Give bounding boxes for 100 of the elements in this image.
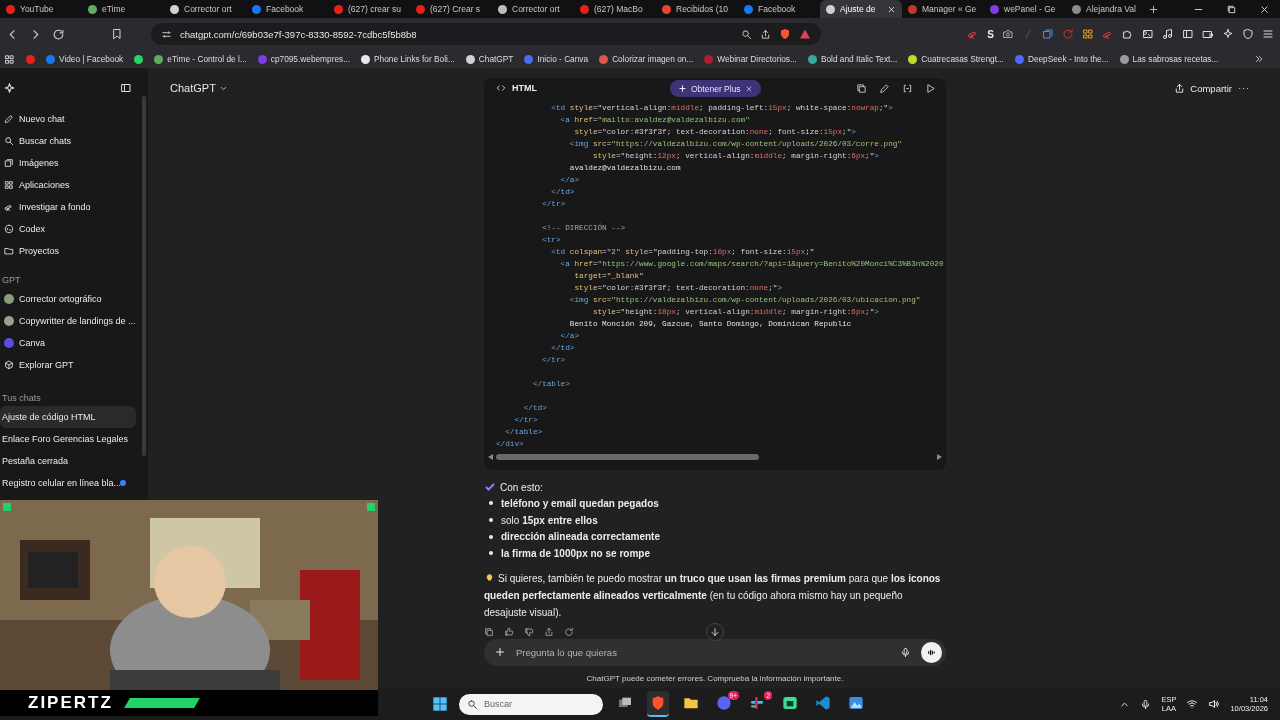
close-icon[interactable] [1259,3,1270,15]
address-bar[interactable]: chatgpt.com/c/69b03e7f-397c-8330-8592-7cdbc5f5b8b8 [151,23,821,45]
chat-item[interactable]: Enlace Foro Gerencias Legales [0,428,136,450]
shield-icon[interactable] [650,695,666,711]
scroll-left-icon[interactable] [488,454,494,460]
browser-tab[interactable]: Manager « Ge [902,0,984,18]
speaker-icon[interactable] [1208,698,1221,710]
logo-icon[interactable] [3,81,16,95]
chevron-double-icon[interactable] [1254,54,1264,64]
terminal-icon[interactable] [782,695,798,711]
bookmark-link[interactable]: eTime - Control de l... [154,54,247,64]
sparkle-icon[interactable] [1222,28,1234,40]
sidebar-item[interactable]: Copywritter de landings de ... [0,310,136,332]
image-icon[interactable] [848,695,864,711]
new-tab-icon[interactable] [1148,3,1159,15]
chat-item[interactable]: Pestaña cerrada [0,450,136,472]
chat-item[interactable]: Registro celular en línea bla... [0,472,136,494]
music-note-icon[interactable] [1162,28,1174,40]
shield-icon[interactable] [1242,28,1254,40]
share-icon[interactable] [760,28,771,40]
bookmark-link[interactable]: Colorizar imagen on... [599,54,694,64]
sidebar-item[interactable]: Nuevo chat [0,108,136,130]
browser-tab[interactable]: Facebook [738,0,820,18]
bookmark-link[interactable]: Video | Facebook [46,54,124,64]
wallet-icon[interactable] [1202,28,1214,40]
voice-button[interactable] [921,641,942,663]
share-button[interactable]: Compartir [1174,82,1232,94]
folder-icon[interactable] [683,695,699,711]
restore-icon[interactable] [1226,3,1237,15]
browser-tab[interactable]: Corrector ort [492,0,574,18]
bookmark-link[interactable]: DeepSeek - Into the... [1014,54,1109,64]
bookmark-link[interactable]: Cuatrecasas Strengt... [908,54,1004,64]
bookmark-link[interactable]: Las sabrosas recetas... [1119,54,1219,64]
close-icon[interactable] [887,4,896,14]
browser-tab[interactable]: Facebook [246,0,328,18]
windows-icon[interactable] [432,696,448,712]
mic-icon[interactable] [1140,698,1152,710]
extension-letter[interactable]: S [987,28,994,40]
plus-icon[interactable] [494,646,506,659]
bookmark-link[interactable]: Phone Links for Boli... [361,54,455,64]
sidebar-item[interactable]: Imágenes [0,152,136,174]
browser-tab[interactable]: Ajuste de [820,0,902,18]
brackets-icon[interactable] [902,82,913,94]
thumbs-down-icon[interactable] [524,626,534,637]
sidebar-item[interactable]: Codex [0,218,136,240]
browser-tab[interactable]: (627) MacBo [574,0,656,18]
shield-icon[interactable] [779,28,791,40]
sidebar-item[interactable]: Aplicaciones [0,174,136,196]
model-selector[interactable]: ChatGPT [170,82,228,94]
sidebar-item[interactable]: Explorar GPT [0,354,136,376]
sidebar-item[interactable]: Proyectos [0,240,136,262]
chat-item[interactable]: Ajuste de código HTML [0,406,136,428]
message-field[interactable]: Pregunta lo que quieras [484,638,946,666]
apps-grid-icon[interactable] [4,53,15,65]
browser-tab[interactable]: wePanel - Ge [984,0,1066,18]
browser-tab[interactable]: Recibidos (10 [656,0,738,18]
sidebar-item[interactable]: Buscar chats [0,130,136,152]
sidebar-item[interactable]: Corrector ortográfico [0,288,136,310]
triangle-icon[interactable] [799,28,811,40]
browser-tab[interactable]: (627) Crear s [410,0,492,18]
browser-tab[interactable]: Corrector ort [164,0,246,18]
scroll-right-icon[interactable] [936,454,942,460]
bookmark-link[interactable]: Webinar Directorios... [704,54,797,64]
edit-icon[interactable] [879,82,890,94]
taskbar-app[interactable] [647,691,669,717]
play-icon[interactable] [925,82,936,94]
hash-icon[interactable] [749,695,765,711]
sidebar-item[interactable]: Investigar a fondo [0,196,136,218]
browser-tab[interactable]: YouTube [0,0,82,18]
copy-icon[interactable] [856,82,867,94]
sidebar-toggle-icon[interactable] [120,82,132,94]
browser-tab[interactable]: eTime [82,0,164,18]
sidebar-item[interactable]: Canva [0,332,136,354]
message-input[interactable]: Pregunta lo que quieras [516,646,890,658]
share-icon[interactable] [544,626,554,637]
sidebar-icon[interactable] [1182,28,1194,40]
code-editor-icon[interactable] [815,695,831,711]
retry-icon[interactable] [564,626,574,637]
wifi-icon[interactable] [1186,698,1199,710]
bookmark-link[interactable]: Inicio - Canva [524,54,589,64]
bookmark-link[interactable]: cp7095.webempres... [257,54,351,64]
chat-bubble-icon[interactable] [716,695,732,711]
browser-tab[interactable]: Alejandra Val [1066,0,1148,18]
taskbar-search[interactable]: Buscar [459,693,603,715]
browser-tab[interactable]: (627) crear su [328,0,410,18]
screenshot-icon[interactable] [1142,28,1154,40]
copy-icon[interactable] [484,626,494,637]
bookmark-icon[interactable] [134,54,144,64]
scroll-down-button[interactable] [706,623,724,641]
reload-icon[interactable] [52,27,65,41]
menu-icon[interactable] [1262,28,1274,40]
site-settings-icon[interactable] [161,28,172,40]
bookmark-icon[interactable] [111,28,123,40]
upgrade-button[interactable]: Obtener Plus [670,80,761,97]
bookmark-link[interactable]: ChatGPT [465,54,514,64]
thumbs-up-icon[interactable] [504,626,514,637]
camera-icon[interactable] [1002,28,1014,40]
zoom-icon[interactable] [741,28,752,40]
horizontal-scrollbar[interactable] [488,452,942,462]
bookmark-link[interactable]: Bold and Italic Text... [807,54,898,64]
